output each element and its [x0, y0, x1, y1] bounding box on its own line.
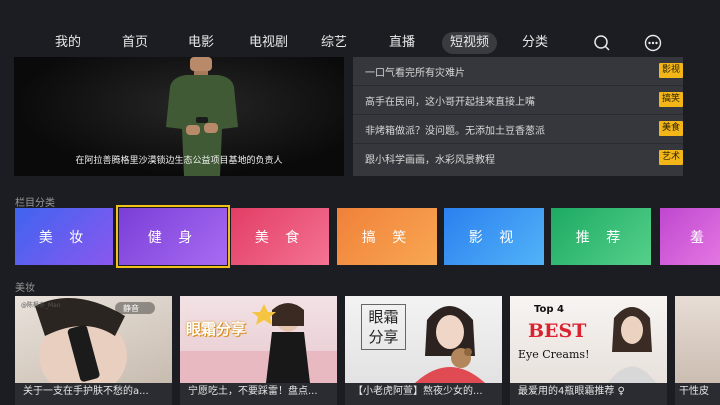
videos-section-label: 美妆	[15, 283, 35, 294]
video-card-title: 关于一支在手护肤不愁的a...	[15, 383, 172, 401]
category-tile-beauty[interactable]: 美 妆	[15, 208, 113, 265]
hero-playlist: 一口气看完所有灾难片 影视 高手在民间，这小哥开起挂来直接上嘴 搞笑 非烤箱做派…	[353, 57, 683, 176]
thumbnail-watermark: @陈枫亦_Mao	[21, 302, 61, 309]
category-tile-film[interactable]: 影 视	[444, 208, 544, 265]
svg-text:静音: 静音	[123, 303, 139, 313]
nav-home[interactable]: 首页	[122, 32, 148, 54]
playlist-item[interactable]: 一口气看完所有灾难片 影视	[353, 57, 683, 86]
playlist-item[interactable]: 高手在民间，这小哥开起挂来直接上嘴 搞笑	[353, 86, 683, 115]
video-thumbnail: Top 4 BEST Eye Creams!	[510, 296, 667, 383]
playlist-item-title: 高手在民间，这小哥开起挂来直接上嘴	[365, 97, 535, 108]
thumbnail-text-top: Top 4	[534, 304, 564, 315]
playlist-item-tag: 影视	[658, 63, 683, 78]
playlist-item-tag: 艺术	[658, 150, 683, 165]
video-card[interactable]: 眼霜分享 宁愿吃土，不要踩雷！盘点...	[180, 296, 337, 405]
thumbnail-text-best: BEST	[528, 320, 587, 342]
more-icon[interactable]	[644, 34, 662, 52]
categories-section-label: 栏目分类	[15, 198, 55, 209]
playlist-item-title: 一口气看完所有灾难片	[365, 68, 465, 79]
video-thumbnail: 眼霜分享	[180, 296, 337, 383]
hero-caption: 在阿拉善腾格里沙漠锁边生态公益项目基地的负责人	[75, 156, 283, 166]
video-card[interactable]: 干性皮	[675, 296, 720, 405]
video-card[interactable]: Top 4 BEST Eye Creams! 最爱用的4瓶眼霜推荐 ♀	[510, 296, 667, 405]
top-nav: 我的 首页 电影 电视剧 综艺 直播 短视频 分类	[0, 28, 720, 59]
video-thumbnail: 眼霜 分享	[345, 296, 502, 383]
nav-tv-series[interactable]: 电视剧	[249, 32, 288, 54]
video-card-title: 【小老虎阿萱】熬夜少女的...	[345, 383, 502, 401]
playlist-item[interactable]: 跟小科学画画，水彩风景教程 艺术	[353, 144, 683, 173]
category-tile-comedy[interactable]: 搞 笑	[337, 208, 437, 265]
thumbnail-art	[180, 303, 337, 383]
playlist-item-tag: 美食	[658, 121, 683, 136]
category-tile-recommended[interactable]: 推 荐	[551, 208, 651, 265]
category-tile-fitness[interactable]: 健 身	[116, 205, 230, 268]
video-thumbnail	[675, 296, 720, 383]
nav-live[interactable]: 直播	[389, 32, 415, 54]
playlist-item[interactable]: 非烤箱做派？没问题。无添加土豆香葱派 美食	[353, 115, 683, 144]
thumbnail-title-text: 眼霜分享	[186, 320, 247, 338]
playlist-item-title: 非烤箱做派？没问题。无添加土豆香葱派	[365, 126, 545, 137]
hero-video[interactable]: 在阿拉善腾格里沙漠锁边生态公益项目基地的负责人	[14, 57, 344, 176]
video-card[interactable]: 静音 @陈枫亦_Mao 关于一支在手护肤不愁的a...	[15, 296, 172, 405]
playlist-item-title: 跟小科学画画，水彩风景教程	[365, 155, 495, 166]
thumbnail-title-text: 眼霜 分享	[361, 304, 406, 350]
video-thumbnail: 静音 @陈枫亦_Mao	[15, 296, 172, 383]
video-card-title: 最爱用的4瓶眼霜推荐 ♀	[510, 383, 667, 401]
nav-movies[interactable]: 电影	[188, 32, 214, 54]
video-card[interactable]: 眼霜 分享 【小老虎阿萱】熬夜少女的...	[345, 296, 502, 405]
search-icon[interactable]	[593, 34, 611, 52]
nav-categories[interactable]: 分类	[522, 32, 548, 54]
playlist-item-tag: 搞笑	[658, 92, 683, 107]
video-card-title: 干性皮	[675, 383, 720, 401]
nav-short-video[interactable]: 短视频	[442, 32, 498, 59]
nav-mine[interactable]: 我的	[55, 32, 81, 54]
thumbnail-art: 静音	[35, 298, 155, 383]
nav-variety[interactable]: 综艺	[321, 32, 347, 54]
category-tile-food[interactable]: 美 食	[231, 208, 329, 265]
thumbnail-text-subtitle: Eye Creams!	[518, 348, 590, 361]
category-tile-more[interactable]: 羞	[660, 208, 720, 265]
video-card-title: 宁愿吃土，不要踩雷！盘点...	[180, 383, 337, 401]
